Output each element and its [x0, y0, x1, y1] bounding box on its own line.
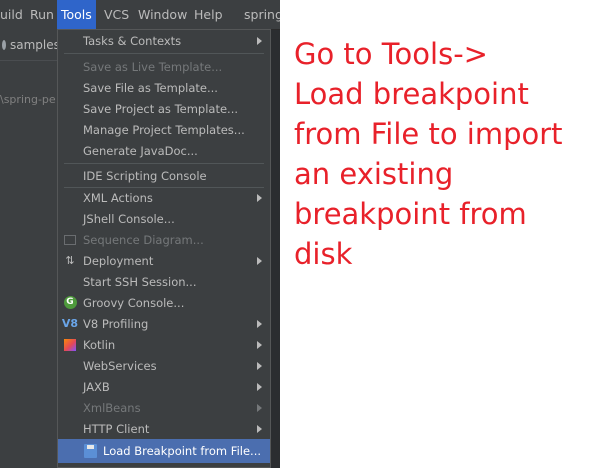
submenu-arrow-icon: [257, 319, 262, 328]
project-tab-label: samples: [10, 38, 60, 52]
menu-item-save-project-template[interactable]: Save Project as Template...: [58, 98, 270, 119]
submenu-arrow-icon: [257, 403, 262, 412]
menu-build[interactable]: uild: [0, 0, 27, 29]
menu-item-start-ssh-session[interactable]: Start SSH Session...: [58, 271, 270, 292]
menu-tools[interactable]: Tools: [57, 0, 96, 29]
ide-window: uild Run Tools VCS Window Help spring sa…: [0, 0, 280, 468]
annotation-line: disk: [294, 237, 353, 271]
submenu-arrow-icon: [257, 424, 262, 433]
project-tab[interactable]: samples: [0, 33, 60, 57]
annotation-line: from File to import: [294, 117, 563, 151]
menu-bar: uild Run Tools VCS Window Help spring: [0, 0, 280, 30]
submenu-arrow-icon: [257, 382, 262, 391]
menu-item-v8-profiling[interactable]: V8 V8 Profiling: [58, 313, 270, 334]
floppy-disk-icon: [82, 443, 98, 459]
menu-separator: [64, 53, 264, 54]
annotation-line: Go to Tools->: [294, 37, 488, 71]
menu-item-deployment[interactable]: ⇅ Deployment: [58, 250, 270, 271]
annotation-line: breakpoint from: [294, 197, 527, 231]
menu-item-save-live-template[interactable]: Save as Live Template...: [58, 56, 270, 77]
project-icon: [2, 40, 6, 50]
window-title: spring: [244, 7, 280, 22]
menu-item-manage-templates[interactable]: Manage Project Templates...: [58, 119, 270, 140]
menu-vcs[interactable]: VCS: [100, 0, 133, 29]
menu-item-sequence-diagram[interactable]: Sequence Diagram...: [58, 229, 270, 250]
menu-item-groovy-console[interactable]: G Groovy Console...: [58, 292, 270, 313]
v8-icon: V8: [61, 317, 79, 330]
menu-item-xml-actions[interactable]: XML Actions: [58, 187, 270, 208]
submenu-arrow-icon: [257, 193, 262, 202]
submenu-arrow-icon: [257, 36, 262, 45]
menu-item-ide-scripting-console[interactable]: IDE Scripting Console: [58, 165, 270, 186]
menu-run[interactable]: Run: [26, 0, 58, 29]
menu-item-http-client[interactable]: HTTP Client: [58, 418, 270, 439]
menu-help[interactable]: Help: [190, 0, 227, 29]
menu-window[interactable]: Window: [134, 0, 191, 29]
annotation-text: Go to Tools-> Load breakpoint from File …: [294, 34, 604, 274]
sequence-diagram-icon: [62, 232, 78, 248]
menu-item-webservices[interactable]: WebServices: [58, 355, 270, 376]
project-path: \spring-pe: [0, 93, 56, 106]
menu-item-xmlbeans[interactable]: XmlBeans: [58, 397, 270, 418]
menu-item-tasks-contexts[interactable]: Tasks & Contexts: [58, 30, 270, 51]
sidebar-divider: [0, 60, 58, 61]
annotation-line: Load breakpoint: [294, 77, 529, 111]
menu-item-save-file-template[interactable]: Save File as Template...: [58, 77, 270, 98]
submenu-arrow-icon: [257, 361, 262, 370]
menu-separator: [64, 163, 264, 164]
menu-item-jaxb[interactable]: JAXB: [58, 376, 270, 397]
submenu-arrow-icon: [257, 256, 262, 265]
menu-item-kotlin[interactable]: Kotlin: [58, 334, 270, 355]
annotation-line: an existing: [294, 157, 454, 191]
kotlin-icon: [62, 337, 78, 353]
deployment-icon: ⇅: [65, 254, 75, 267]
tools-dropdown-menu: Tasks & Contexts Save as Live Template..…: [57, 29, 271, 468]
menu-item-load-breakpoint-from-file[interactable]: Load Breakpoint from File...: [58, 439, 270, 463]
menu-item-jshell-console[interactable]: JShell Console...: [58, 208, 270, 229]
groovy-icon: G: [62, 295, 78, 311]
submenu-arrow-icon: [257, 340, 262, 349]
menu-item-generate-javadoc[interactable]: Generate JavaDoc...: [58, 140, 270, 161]
